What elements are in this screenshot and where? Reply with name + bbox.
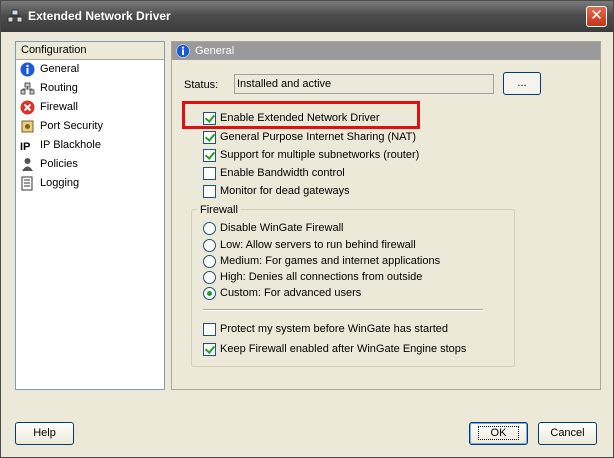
nav-item-label: Logging <box>40 177 80 189</box>
info-icon <box>176 44 190 58</box>
option-label: Monitor for dead gateways <box>220 185 350 197</box>
nav-item-logging[interactable]: Logging <box>16 174 164 193</box>
checkbox[interactable] <box>203 323 216 336</box>
info-icon <box>20 62 35 77</box>
group-separator <box>203 309 483 311</box>
nav-item-label: Policies <box>40 158 78 170</box>
svg-text:IP: IP <box>20 141 30 153</box>
browse-label: ... <box>517 77 527 89</box>
radio-button[interactable] <box>203 287 216 300</box>
port-security-icon <box>21 120 34 133</box>
checkbox[interactable] <box>203 149 216 162</box>
panel-header: General <box>172 42 600 60</box>
nav-item-general[interactable]: General <box>16 60 164 79</box>
nav-header: Configuration <box>16 42 164 60</box>
help-button[interactable]: Help <box>15 422 74 445</box>
firewall-icon <box>20 100 35 115</box>
highlight-box <box>182 101 420 129</box>
option-label: Support for multiple subnetworks (router… <box>220 149 420 161</box>
radio-button[interactable] <box>203 239 216 252</box>
option-label: Protect my system before WinGate has sta… <box>220 323 449 335</box>
dialog-window: Extended Network Driver ✕ Configuration … <box>0 0 614 458</box>
help-label: Help <box>33 427 56 439</box>
radio-label: Disable WinGate Firewall <box>220 222 344 234</box>
title-bar[interactable]: Extended Network Driver ✕ <box>1 1 613 32</box>
network-driver-icon <box>7 9 23 23</box>
window-title: Extended Network Driver <box>28 9 171 23</box>
nav-item-label: Routing <box>40 82 78 94</box>
nav-item-label: General <box>40 63 80 75</box>
routing-icon <box>20 82 35 95</box>
nav-item-label: Firewall <box>40 101 78 113</box>
cancel-label: Cancel <box>550 427 585 439</box>
nav-item-firewall[interactable]: Firewall <box>16 98 164 117</box>
ok-label: OK <box>477 426 520 440</box>
ok-button[interactable]: OK <box>469 422 528 445</box>
option-label: Enable Bandwidth control <box>220 167 345 179</box>
nav-item-port-security[interactable]: Port Security <box>16 117 164 136</box>
status-field: Installed and active <box>234 74 494 94</box>
firewall-group-title: Firewall <box>197 204 241 216</box>
radio-label: Medium: For games and internet applicati… <box>220 255 441 267</box>
checkbox[interactable] <box>203 343 216 356</box>
configuration-nav: Configuration General Routing Firewall P… <box>15 41 165 390</box>
radio-label: Custom: For advanced users <box>220 287 362 299</box>
radio-button[interactable] <box>203 271 216 284</box>
panel-title: General <box>195 45 235 57</box>
nav-item-ip-blackhole[interactable]: IP IP Blackhole <box>16 136 164 155</box>
browse-button[interactable]: ... <box>503 72 541 95</box>
checkbox[interactable] <box>203 131 216 144</box>
radio-label: High: Denies all connections from outsid… <box>220 271 423 283</box>
close-icon: ✕ <box>590 7 603 24</box>
policies-icon <box>22 158 33 171</box>
option-label: General Purpose Internet Sharing (NAT) <box>220 131 417 143</box>
nav-item-policies[interactable]: Policies <box>16 155 164 174</box>
logging-icon <box>21 176 33 191</box>
nav-item-label: Port Security <box>40 120 103 132</box>
close-button[interactable]: ✕ <box>586 6 607 27</box>
status-label: Status: <box>184 79 219 91</box>
ip-icon: IP <box>20 141 30 153</box>
cancel-button[interactable]: Cancel <box>538 422 597 445</box>
radio-label: Low: Allow servers to run behind firewal… <box>220 239 416 251</box>
radio-button[interactable] <box>203 222 216 235</box>
option-label: Keep Firewall enabled after WinGate Engi… <box>220 343 467 355</box>
nav-item-label: IP Blackhole <box>40 139 101 151</box>
checkbox[interactable] <box>203 185 216 198</box>
checkbox[interactable] <box>203 167 216 180</box>
radio-button[interactable] <box>203 255 216 268</box>
nav-item-routing[interactable]: Routing <box>16 79 164 98</box>
